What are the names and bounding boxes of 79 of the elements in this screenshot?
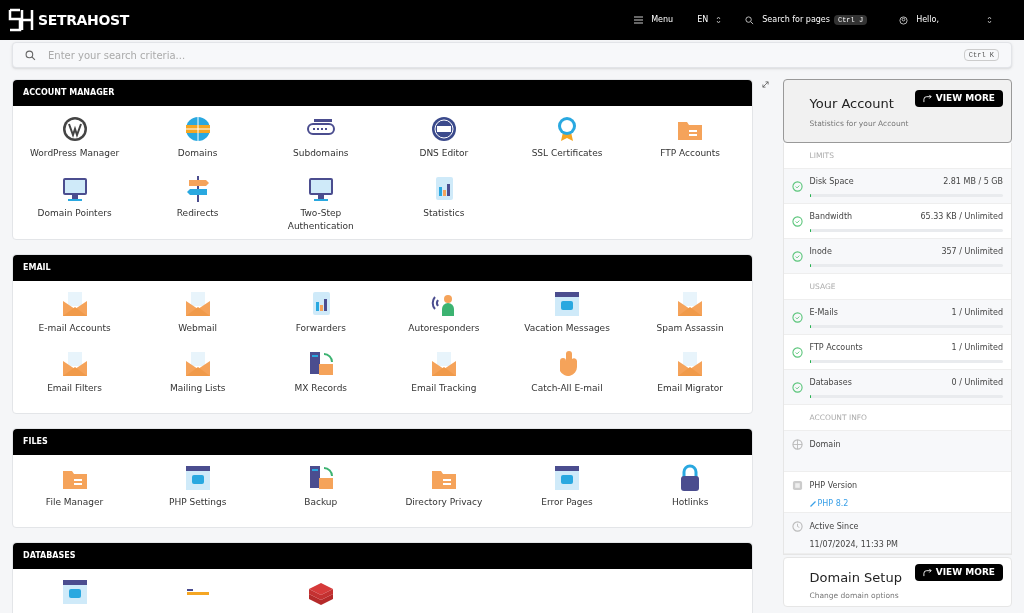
- menu-button[interactable]: Menu: [634, 14, 674, 26]
- check-circle-icon: [791, 180, 803, 192]
- limit-reading: 1 / Unlimited: [951, 306, 1003, 319]
- user-icon: [899, 15, 909, 25]
- tool-link[interactable]: Vacation Messages: [524, 322, 610, 335]
- tool-link[interactable]: File Manager: [45, 496, 104, 509]
- tool-link[interactable]: Autoresponders: [408, 322, 480, 335]
- tool-link[interactable]: Mailing Lists: [169, 382, 226, 395]
- check-circle-icon: [791, 215, 803, 227]
- globe-icon: [791, 439, 803, 450]
- user-menu[interactable]: Hello,: [899, 14, 992, 26]
- view-more-button[interactable]: VIEW MORE: [914, 90, 1003, 107]
- search-input[interactable]: Enter your search criteria...: [48, 47, 952, 63]
- tool-link[interactable]: FTP Accounts: [660, 147, 721, 160]
- check-circle-icon: [791, 381, 803, 393]
- tool-link[interactable]: Backup: [304, 496, 338, 509]
- info-label: Domain: [809, 439, 841, 451]
- tool-link[interactable]: Directory Privacy: [405, 496, 483, 509]
- limit-label: Bandwidth: [809, 210, 853, 223]
- view-more-button[interactable]: VIEW MORE: [914, 564, 1003, 581]
- limit-label: Databases: [809, 376, 852, 389]
- limit-label: Inode: [809, 245, 832, 258]
- search-icon: [25, 49, 36, 61]
- limit-reading: 65.33 KB / Unlimited: [920, 210, 1003, 223]
- tool-link[interactable]: Two-Step Authentication: [270, 207, 371, 233]
- tool-link[interactable]: PHP Settings: [168, 496, 227, 509]
- tool-link[interactable]: Forwarders: [295, 322, 346, 335]
- tool-link[interactable]: MX Records: [294, 382, 348, 395]
- info-label: PHP Version: [809, 480, 858, 492]
- tool-link[interactable]: Hotlinks: [671, 496, 709, 509]
- limit-reading: 2.81 MB / 5 GB: [943, 175, 1003, 188]
- expand-icon[interactable]: [761, 81, 769, 88]
- brand-name: SETRAHOST: [38, 10, 129, 30]
- section-title: EMAIL: [23, 262, 51, 274]
- limit-reading: 1 / Unlimited: [951, 341, 1003, 354]
- card-title: Your Account: [809, 95, 894, 113]
- tool-link[interactable]: Subdomains: [293, 147, 349, 160]
- tool-link[interactable]: Error Pages: [541, 496, 593, 509]
- limit-reading: 357 / Unlimited: [941, 245, 1003, 258]
- clock-icon: [791, 521, 803, 532]
- tool-link[interactable]: WordPress Manager: [30, 147, 120, 160]
- limit-label: E-Mails: [809, 306, 838, 319]
- tool-link[interactable]: Domain Pointers: [37, 207, 112, 220]
- section-title: DATABASES: [23, 550, 76, 562]
- limit-label: Disk Space: [809, 175, 854, 188]
- card-title: Domain Setup: [809, 569, 902, 587]
- search-icon: [745, 15, 755, 25]
- limit-label: FTP Accounts: [809, 341, 863, 354]
- language-select[interactable]: EN: [697, 14, 722, 26]
- info-label: Active Since: [809, 521, 860, 533]
- check-circle-icon: [791, 311, 803, 323]
- chevron-icon: [716, 16, 722, 24]
- tool-link[interactable]: SSL Certificates: [531, 147, 603, 160]
- section-title: ACCOUNT MANAGER: [23, 87, 115, 99]
- info-value: 11/07/2024, 11:33 PM: [809, 539, 899, 551]
- share-icon: [922, 94, 932, 103]
- check-circle-icon: [791, 250, 803, 262]
- check-circle-icon: [791, 346, 803, 358]
- browser-window-icon: [552, 463, 582, 493]
- tool-link[interactable]: Email Tracking: [411, 382, 477, 395]
- tool-link[interactable]: Email Migrator: [657, 382, 723, 395]
- share-icon: [922, 568, 932, 577]
- chip-icon: [791, 480, 803, 491]
- tool-link[interactable]: Email Filters: [47, 382, 102, 395]
- chevron-icon: [987, 16, 992, 24]
- tool-link[interactable]: Domains: [177, 147, 218, 160]
- tool-link[interactable]: Webmail: [178, 322, 218, 335]
- browser-window-icon: [552, 289, 582, 319]
- tool-link[interactable]: Spam Assassin: [656, 322, 724, 335]
- tool-link[interactable]: Statistics: [423, 207, 465, 220]
- menu-icon: [634, 16, 644, 24]
- tool-link[interactable]: Catch-All E-mail: [531, 382, 603, 395]
- limit-reading: 0 / Unlimited: [951, 376, 1003, 389]
- tool-link[interactable]: E-mail Accounts: [38, 322, 111, 335]
- tool-link[interactable]: Redirects: [176, 207, 219, 220]
- section-title: FILES: [23, 436, 48, 448]
- page-search-button[interactable]: Search for pages: [745, 14, 830, 26]
- pencil-icon: [809, 501, 816, 507]
- tool-link[interactable]: DNS Editor: [419, 147, 469, 160]
